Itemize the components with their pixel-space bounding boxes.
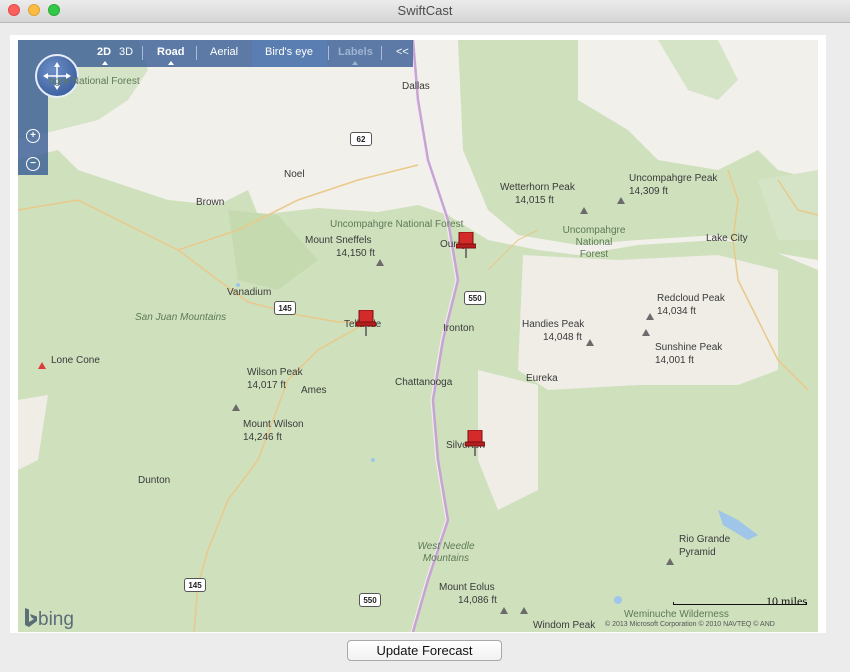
zoom-out-icon[interactable]: −	[26, 157, 40, 171]
peak-elevation: 14,309 ft	[629, 186, 668, 197]
range-label: Mountains	[422, 553, 470, 564]
road-button[interactable]: Road	[157, 46, 185, 58]
highway-shield: 145	[184, 578, 206, 592]
peak-icon	[232, 404, 240, 411]
peak-icon	[500, 607, 508, 614]
scale-line	[673, 602, 807, 605]
peak-label: Windom Peak	[533, 620, 596, 631]
peak-icon	[376, 259, 384, 266]
peak-icon	[38, 362, 46, 369]
nav-separator	[142, 46, 143, 60]
highway-shield: 550	[359, 593, 381, 607]
view-2d-indicator	[102, 61, 108, 65]
place-label: Dallas	[402, 81, 430, 92]
aerial-button[interactable]: Aerial	[210, 46, 238, 58]
peak-icon	[642, 329, 650, 336]
update-forecast-button[interactable]: Update Forecast	[347, 640, 502, 661]
wilderness-label: Weminuche Wilderness	[624, 609, 729, 620]
place-label: Eureka	[526, 373, 558, 384]
place-label: Noel	[284, 169, 305, 180]
peak-label: Handies Peak	[522, 319, 585, 330]
peak-elevation: 14,086 ft	[458, 595, 497, 606]
bing-icon	[25, 608, 37, 627]
zoom-in-icon[interactable]: +	[26, 129, 40, 143]
peak-icon	[646, 313, 654, 320]
labels-button[interactable]: Labels	[338, 46, 373, 58]
peak-elevation: 14,034 ft	[657, 306, 696, 317]
peak-icon	[617, 197, 625, 204]
peak-label: Rio Grande	[679, 534, 731, 545]
window-title: SwiftCast	[397, 3, 453, 18]
bing-wordmark: bing	[38, 609, 74, 630]
forest-label: Uncompahgre National Forest	[330, 219, 464, 230]
peak-elevation: 14,017 ft	[247, 380, 286, 391]
road-indicator	[168, 61, 174, 65]
range-label: West Needle	[417, 541, 475, 552]
view-3d-button[interactable]: 3D	[119, 46, 133, 58]
place-label: Vanadium	[227, 287, 272, 298]
place-label: Lake City	[706, 233, 748, 244]
window-content: 2D 3D Road Aerial Bird's eye Labels << +…	[0, 23, 850, 672]
labels-indicator	[352, 61, 358, 65]
peak-label: Wetterhorn Peak	[500, 182, 575, 193]
peak-label: Uncompahgre Peak	[629, 173, 718, 184]
highway-shield: 62	[350, 132, 372, 146]
map-frame: 2D 3D Road Aerial Bird's eye Labels << +…	[10, 35, 826, 633]
peak-icon	[666, 558, 674, 565]
map-view-toolbar: 2D 3D Road Aerial Bird's eye Labels <<	[18, 40, 413, 67]
scale-bar: 10 miles	[673, 594, 807, 608]
peak-label: Wilson Peak	[247, 367, 303, 378]
collapse-toolbar-button[interactable]: <<	[396, 46, 409, 58]
peak-label: Mount Sneffels	[305, 235, 372, 246]
nav-separator	[328, 46, 329, 60]
forest-label: Forest	[579, 249, 609, 260]
peak-label: Mount Wilson	[243, 419, 304, 430]
location-pin-icon[interactable]	[356, 310, 376, 336]
peak-label: Redcloud Peak	[657, 293, 725, 304]
map-view[interactable]: 2D 3D Road Aerial Bird's eye Labels << +…	[18, 40, 818, 632]
nav-separator	[196, 46, 197, 60]
peak-elevation: 14,015 ft	[515, 195, 554, 206]
peak-label: Mount Eolus	[439, 582, 495, 593]
bing-logo: bing	[24, 608, 74, 631]
peak-icon	[520, 607, 528, 614]
place-label: Ironton	[443, 323, 475, 334]
forest-label: Uncompahgre	[562, 225, 626, 236]
peak-elevation: 14,246 ft	[243, 432, 282, 443]
peak-label: Pyramid	[679, 547, 716, 558]
place-label: Dunton	[138, 475, 171, 486]
location-pin-icon[interactable]	[456, 232, 476, 258]
birds-eye-button[interactable]: Bird's eye	[265, 46, 313, 58]
highway-shield: 550	[464, 291, 486, 305]
place-label: Chattanooga	[395, 377, 453, 388]
range-label: San Juan Mountains	[135, 312, 227, 323]
peak-elevation: 14,150 ft	[336, 248, 375, 259]
peak-label: Lone Cone	[51, 355, 100, 366]
place-label: Brown	[196, 197, 225, 208]
map-copyright: © 2013 Microsoft Corporation © 2010 NAVT…	[605, 621, 775, 628]
location-pin-icon[interactable]	[465, 430, 485, 456]
peak-label: Sunshine Peak	[655, 342, 723, 353]
view-2d-button[interactable]: 2D	[97, 46, 111, 58]
title-bar: SwiftCast	[0, 0, 850, 23]
peak-elevation: 14,001 ft	[655, 355, 694, 366]
nav-separator	[381, 46, 382, 60]
forest-label: National	[575, 237, 613, 248]
peak-icon	[586, 339, 594, 346]
peak-elevation: 14,048 ft	[543, 332, 582, 343]
peak-icon	[580, 207, 588, 214]
highway-shield: 145	[274, 301, 296, 315]
place-label: Ames	[301, 385, 327, 396]
forest-label: hgre National Forest	[49, 76, 140, 87]
